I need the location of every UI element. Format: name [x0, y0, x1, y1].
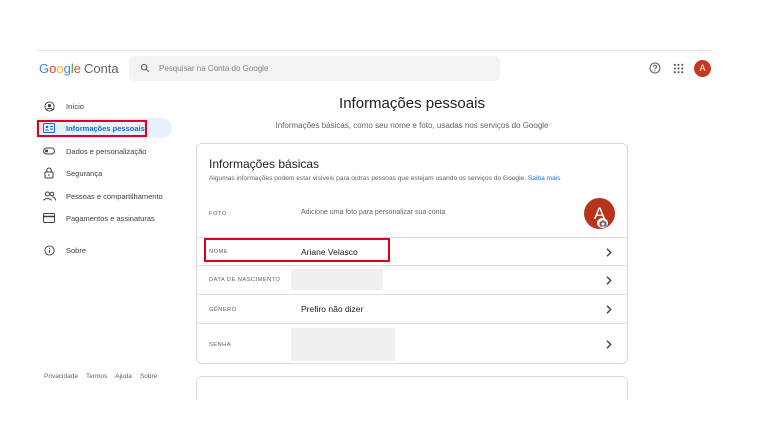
- chevron-right-icon: [606, 276, 612, 285]
- search-input[interactable]: [159, 56, 489, 81]
- sidebar-item-data-privacy[interactable]: Dados e personalização: [36, 141, 172, 161]
- sidebar-item-people-sharing[interactable]: Pessoas e compartilhamento: [36, 186, 172, 206]
- account-avatar-button[interactable]: A: [694, 60, 711, 77]
- sidebar-item-home[interactable]: Início: [36, 96, 172, 116]
- row-label: GÊNERO: [209, 307, 237, 313]
- toggle-icon: [38, 147, 60, 155]
- people-icon: [38, 191, 60, 201]
- password-row[interactable]: SENHA: [197, 323, 627, 364]
- sidebar-item-label: Sobre: [66, 245, 87, 255]
- help-icon[interactable]: [649, 62, 661, 74]
- google-account-logo[interactable]: Google Conta: [39, 61, 119, 76]
- highlight-box-sidebar: [37, 120, 147, 137]
- sidebar-item-label: Pessoas e compartilhamento: [66, 191, 163, 201]
- page-title: Informações pessoais: [339, 95, 485, 112]
- sidebar-item-about[interactable]: Sobre: [36, 240, 172, 260]
- footer-link-about[interactable]: Sobre: [140, 373, 157, 380]
- info-icon: [38, 244, 60, 256]
- sidebar-item-label: Segurança: [66, 168, 103, 178]
- home-icon: [38, 100, 60, 112]
- card-description: Algumas informações podem estar visíveis…: [209, 175, 561, 182]
- account-page: GoogleConta A Início Informações pessoai…: [36, 50, 714, 400]
- credit-card-icon: [38, 213, 60, 223]
- footer-link-privacy[interactable]: Privacidade: [44, 373, 78, 380]
- sidebar-item-label: Pagamentos e assinaturas: [66, 213, 155, 223]
- row-label: SENHA: [209, 342, 231, 348]
- footer-link-terms[interactable]: Termos: [86, 373, 107, 380]
- sidebar-item-label: Início: [66, 101, 84, 111]
- chevron-right-icon: [606, 340, 612, 349]
- chevron-right-icon: [606, 248, 612, 257]
- search-bar[interactable]: [129, 56, 500, 81]
- footer-link-help[interactable]: Ajuda: [115, 373, 132, 380]
- contact-info-card: [196, 376, 628, 400]
- highlight-box-name: [204, 238, 390, 262]
- chevron-right-icon: [606, 305, 612, 314]
- row-label: FOTO: [209, 211, 227, 217]
- learn-more-link[interactable]: Saiba mais: [528, 175, 561, 182]
- apps-grid-icon[interactable]: [673, 63, 684, 74]
- birthday-row[interactable]: DATA DE NASCIMENTO: [197, 265, 627, 294]
- photo-row[interactable]: FOTO Adicione uma foto para personalizar…: [197, 192, 627, 237]
- sidebar-item-payments[interactable]: Pagamentos e assinaturas: [36, 208, 172, 228]
- footer-links: Privacidade Termos Ajuda Sobre: [44, 373, 157, 380]
- card-title: Informações básicas: [209, 157, 320, 171]
- camera-icon[interactable]: [597, 218, 608, 228]
- top-bar: GoogleConta A: [36, 51, 714, 87]
- redacted-value: [291, 269, 383, 290]
- sidebar-item-security[interactable]: Segurança: [36, 163, 172, 183]
- row-value: Prefiro não dizer: [301, 304, 364, 314]
- redacted-value: [291, 328, 395, 361]
- row-value: Adicione uma foto para personalizar sua …: [301, 209, 446, 216]
- sidebar-item-label: Dados e personalização: [66, 146, 147, 156]
- logo-product-label: Conta: [83, 61, 119, 76]
- search-icon[interactable]: [140, 63, 150, 73]
- page-subtitle: Informações básicas, como seu nome e fot…: [275, 121, 549, 130]
- row-label: DATA DE NASCIMENTO: [209, 277, 281, 283]
- gender-row[interactable]: GÊNERO Prefiro não dizer: [197, 294, 627, 323]
- lock-icon: [38, 167, 60, 179]
